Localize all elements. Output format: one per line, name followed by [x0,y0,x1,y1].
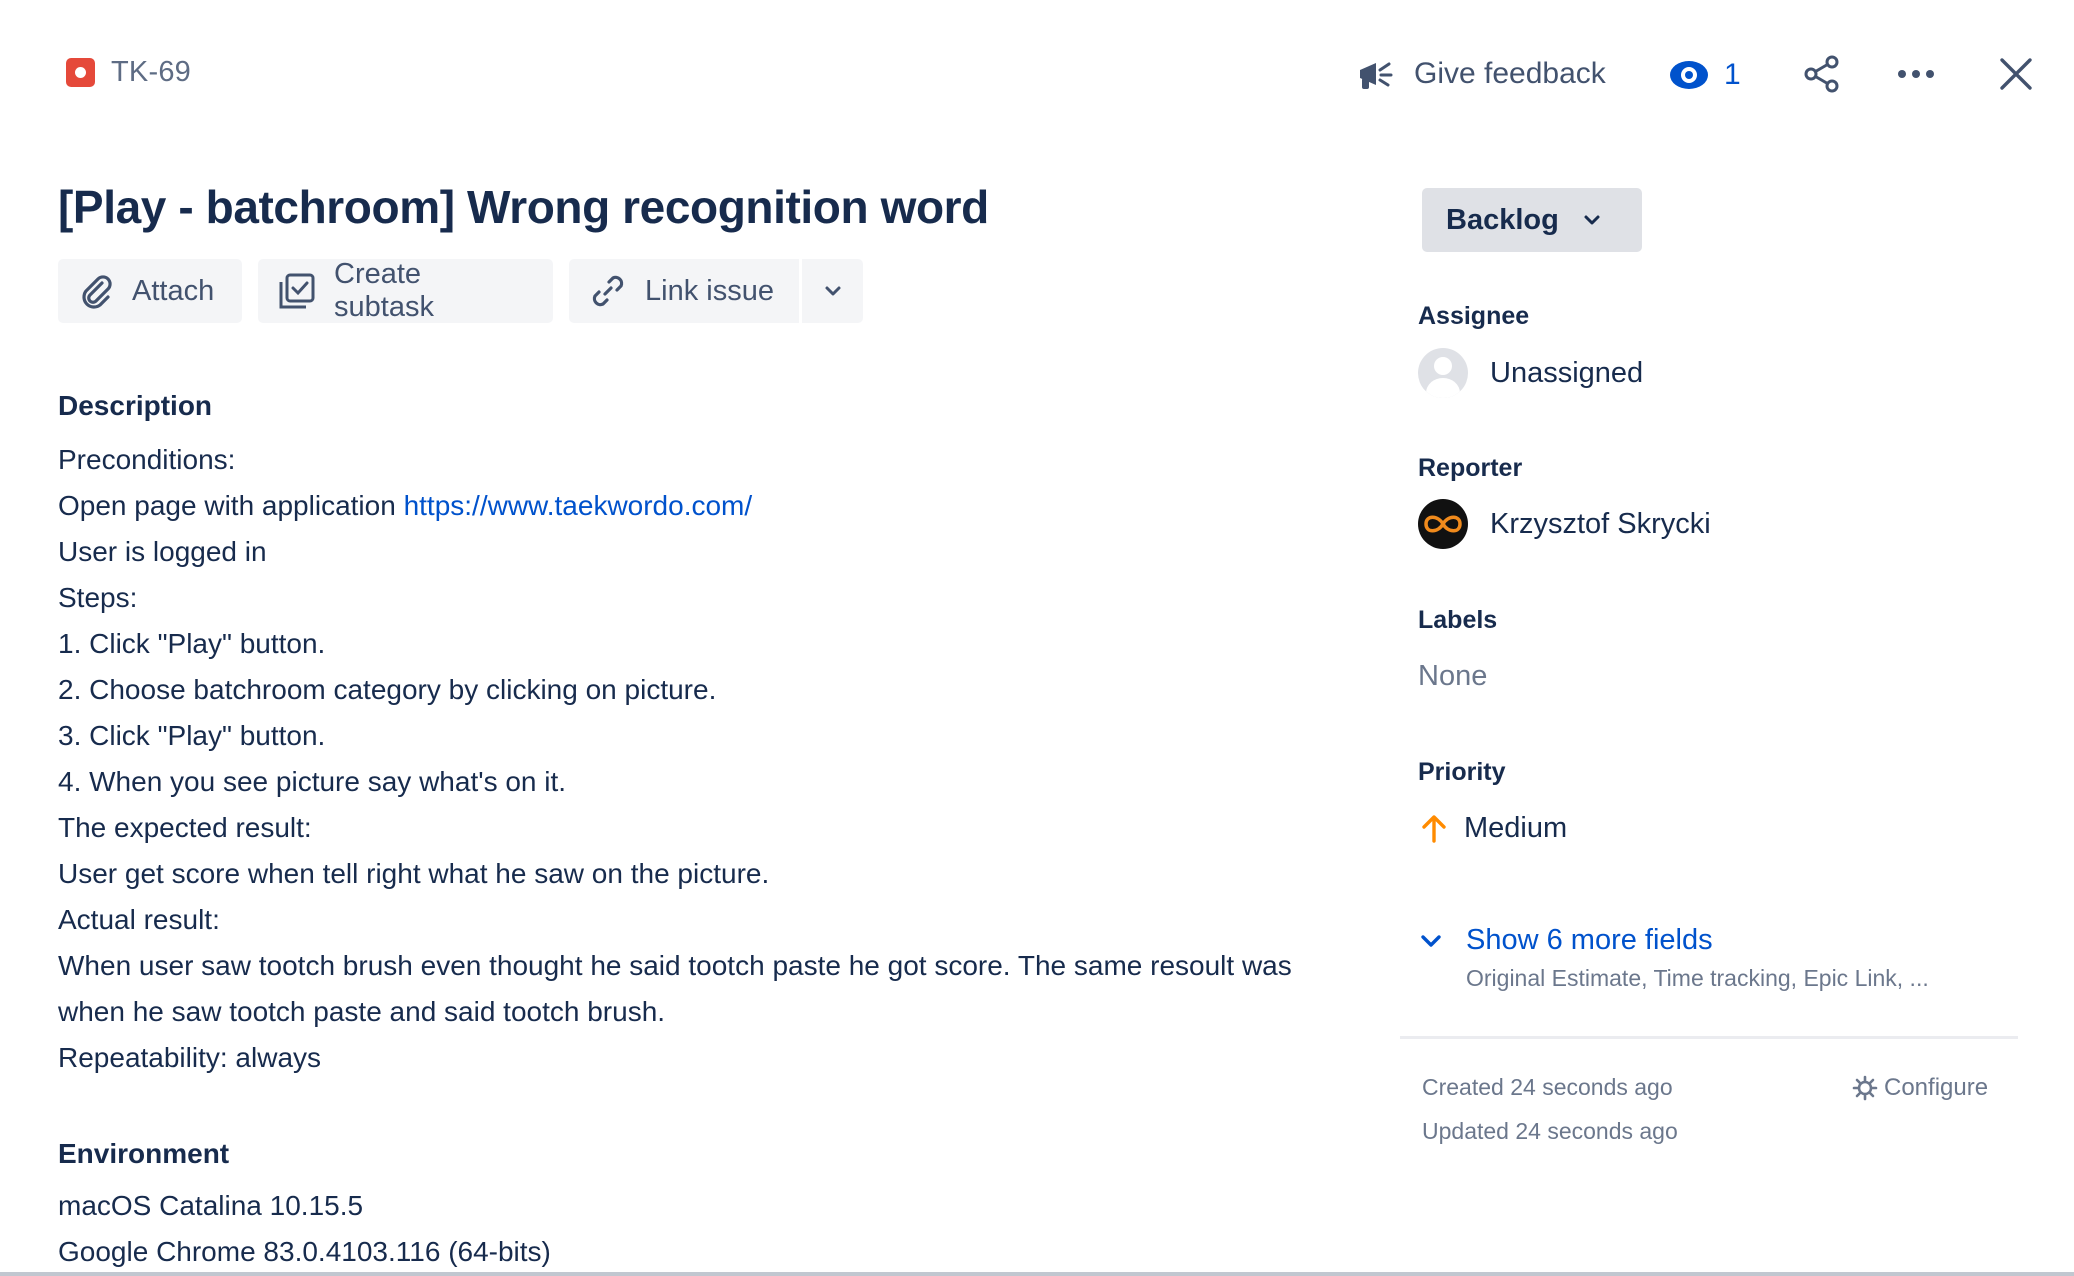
assignee-value: Unassigned [1490,356,1644,389]
avatar [1418,499,1468,549]
link-issue-label: Link issue [645,274,774,307]
chevron-down-icon [1421,934,1441,947]
description-link[interactable]: https://www.taekwordo.com/ [404,490,753,521]
environment-body[interactable]: macOS Catalina 10.15.5 Google Chrome 83.… [58,1183,551,1275]
priority-label: Priority [1418,758,1506,786]
description-line: When user saw tootch brush even thought … [58,950,1292,1027]
created-timestamp: Created 24 seconds ago [1422,1074,1673,1100]
share-icon [1804,55,1839,93]
chevron-down-icon [1584,215,1600,225]
description-line: 1. Click "Play" button. [58,628,326,659]
environment-heading: Environment [58,1138,230,1169]
more-actions-button[interactable] [1896,54,1936,99]
close-button[interactable] [1996,54,2036,99]
chevron-down-icon [825,286,840,296]
description-line: Repeatability: always [58,1042,322,1073]
watch-button[interactable]: 1 [1668,54,1741,96]
description-line: User get score when tell right what he s… [58,858,770,889]
priority-value: Medium [1464,812,1568,844]
create-subtask-label: Create subtask [334,258,434,323]
megaphone-icon [1360,62,1393,89]
configure-label: Configure [1884,1074,1989,1101]
link-issue-button[interactable]: Link issue [569,259,799,323]
status-label: Backlog [1446,203,1559,236]
description-line: User is logged in [58,536,267,567]
gear-icon [1852,1075,1878,1101]
reporter-field[interactable]: Krzysztof Skrycki [1418,499,1711,549]
labels-label: Labels [1418,606,1498,634]
more-horizontal-icon [1898,70,1934,78]
description-heading: Description [58,390,213,421]
show-more-fields-label: Show 6 more fields [1466,924,1713,956]
link-icon [592,275,624,307]
issue-title[interactable]: [Play - batchroom] Wrong recognition wor… [58,180,989,234]
description-line: The expected result: [58,812,312,843]
close-icon [2000,58,2032,90]
show-more-fields[interactable]: Show 6 more fields Original Estimate, Ti… [1418,924,1929,992]
reporter-value: Krzysztof Skrycki [1490,507,1711,540]
more-fields-summary: Original Estimate, Time tracking, Epic L… [1466,965,1929,991]
divider [1400,1036,2018,1039]
attach-button[interactable]: Attach [58,259,242,323]
show-more-fields-link[interactable]: Show 6 more fields [1418,924,1929,957]
description-body[interactable]: Preconditions: Open page with applicatio… [58,437,1308,1081]
reporter-label: Reporter [1418,454,1523,482]
paperclip-icon [82,275,112,309]
give-feedback-button[interactable]: Give feedback [1356,54,1606,94]
eye-icon [1670,61,1708,89]
share-button[interactable] [1802,54,1842,99]
issue-toolbar: Attach Create subtask Link issue [58,258,863,323]
labels-field[interactable]: None [1418,660,1487,693]
description-line: Steps: [58,582,138,613]
priority-field[interactable]: Medium [1418,812,1567,845]
configure-button[interactable]: Configure [1852,1074,1988,1102]
subtask-icon [279,273,315,309]
arrow-up-icon [1422,814,1446,843]
environment-line: macOS Catalina 10.15.5 [58,1190,364,1221]
status-dropdown[interactable]: Backlog [1422,188,1642,252]
description-line: 3. Click "Play" button. [58,720,326,751]
assignee-label: Assignee [1418,302,1530,330]
description-line: 2. Choose batchroom category by clicking… [58,674,717,705]
give-feedback-label: Give feedback [1414,57,1606,90]
assignee-field[interactable]: Unassigned [1418,348,1643,398]
header-actions: Give feedback 1 [0,48,2074,104]
avatar [1418,348,1468,398]
attach-label: Attach [132,274,215,307]
link-issue-dropdown-button[interactable] [799,259,863,323]
updated-timestamp: Updated 24 seconds ago [1422,1118,1678,1144]
description-line: Actual result: [58,904,220,935]
environment-line: Google Chrome 83.0.4103.116 (64-bits) [58,1236,551,1267]
description-line: Open page with application https://www.t… [58,490,753,521]
bottom-border [0,1272,2074,1276]
labels-value: None [1418,660,1488,692]
issue-detail-view: TK-69 Give feedback 1 [Play - batchroom]… [0,0,2074,1276]
link-issue-group: Link issue [569,259,863,323]
description-line: 4. When you see picture say what's on it… [58,766,567,797]
description-line: Preconditions: [58,444,236,475]
watch-count: 1 [1724,58,1741,91]
create-subtask-button[interactable]: Create subtask [258,258,553,323]
